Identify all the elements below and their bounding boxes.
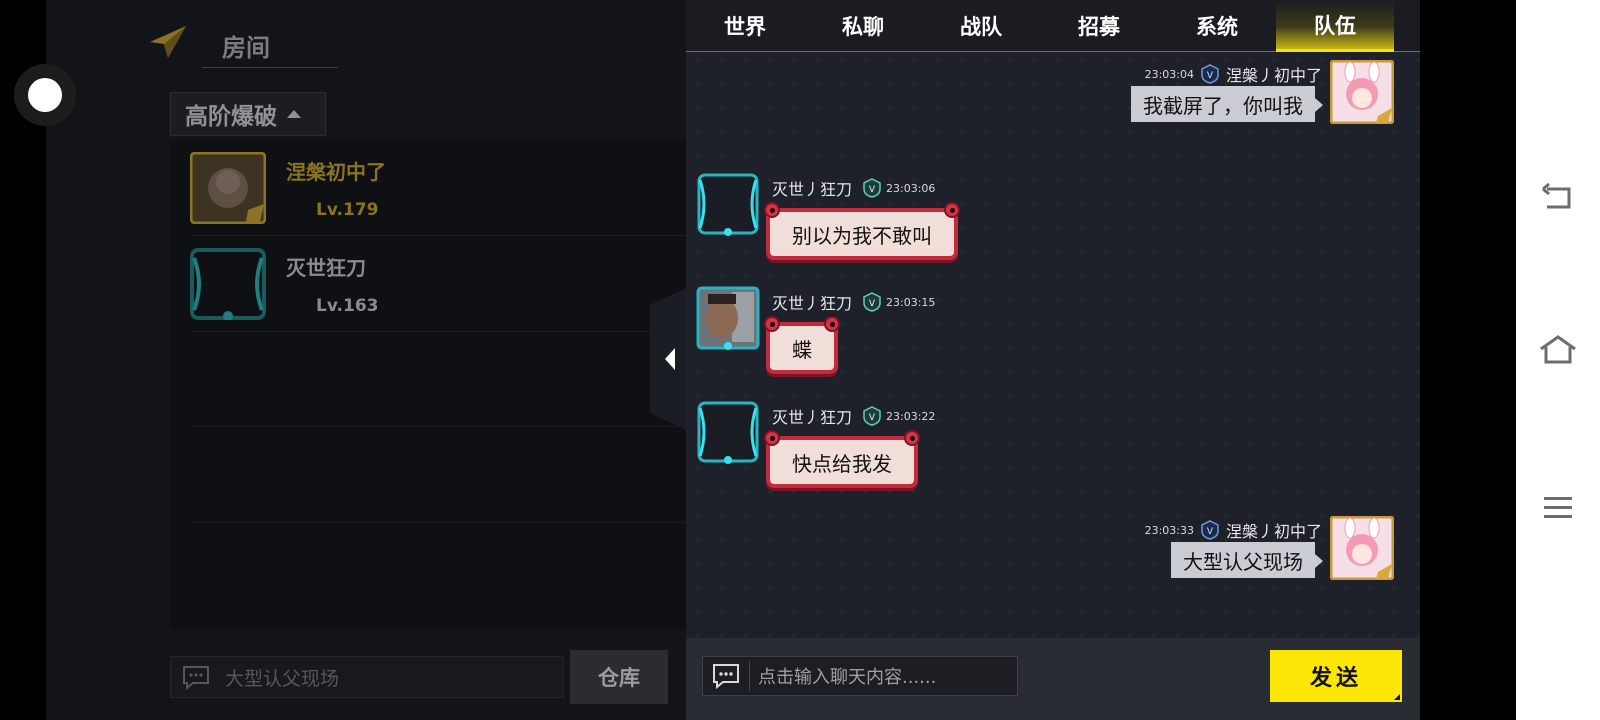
chat-collapse-handle[interactable] [650, 288, 686, 430]
room-chat-input[interactable]: 大型认父现场 [170, 656, 564, 698]
message-time: 23:03:04 [1144, 67, 1194, 81]
svg-text:V: V [869, 299, 876, 309]
player-row[interactable]: 灭世狂刀 Lv.163 [190, 236, 686, 332]
tab-system[interactable]: 系统 [1158, 0, 1276, 52]
message-meta: 灭世丿狂刀 V 23:03:06 [772, 176, 935, 200]
mode-dropdown[interactable]: 高阶爆破 [170, 92, 326, 136]
message-bubble: 蝶 [764, 316, 840, 374]
tab-team[interactable]: 队伍 [1276, 0, 1394, 52]
room-chat-input-text: 大型认父现场 [225, 667, 340, 690]
chat-input-bar: 点击输入聊天内容...... 发送 [686, 638, 1420, 720]
message-sender: 灭世丿狂刀 [772, 294, 853, 313]
bubble-tail [1315, 98, 1323, 112]
bubble-eye-icon [764, 202, 780, 218]
message-meta: 23:03:33 V 涅槃丿初中了 [1145, 518, 1322, 542]
message-text: 别以为我不敢叫 [792, 223, 932, 248]
player-name: 涅槃初中了 [286, 160, 386, 184]
message-time: 23:03:22 [886, 409, 936, 423]
player-name: 灭世狂刀 [286, 256, 366, 280]
tab-private[interactable]: 私聊 [804, 0, 922, 52]
mode-label: 高阶爆破 [185, 104, 277, 130]
bubble-eye-icon [904, 430, 920, 446]
anime-avatar[interactable] [1330, 60, 1394, 124]
tab-world[interactable]: 世界 [686, 0, 804, 52]
rank-badge-icon: V [863, 178, 881, 198]
home-icon [1540, 335, 1576, 364]
frame-avatar[interactable] [696, 172, 760, 236]
rank-badge-icon: V [863, 406, 881, 426]
player-level: Lv.163 [316, 296, 379, 316]
rank-badge-icon: V [1201, 64, 1219, 84]
message-list: 23:03:04 V 涅槃丿初中了 我截屏了，你叫我 灭世丿狂刀 V 23:03… [686, 52, 1420, 638]
player-avatar [190, 152, 266, 224]
message-bubble: 快点给我发 [764, 430, 920, 488]
player-row[interactable]: 涅槃初中了 Lv.179 [190, 140, 686, 236]
message-text: 大型认父现场 [1183, 549, 1303, 574]
message-text: 快点给我发 [792, 451, 892, 476]
svg-text:V: V [869, 185, 876, 195]
anime-avatar[interactable] [1330, 516, 1394, 580]
send-button[interactable]: 发送 [1270, 650, 1402, 702]
empty-slot-divider [190, 426, 686, 427]
svg-text:V: V [869, 413, 876, 423]
chat-bubble-icon [183, 666, 209, 690]
message-text: 蝶 [792, 337, 812, 362]
message-time: 23:03:06 [886, 181, 936, 195]
message-bubble: 我截屏了，你叫我 [1131, 86, 1323, 122]
bubble-eye-icon [764, 430, 780, 446]
chat-input[interactable]: 点击输入聊天内容...... [702, 656, 1018, 696]
tab-recruit[interactable]: 招募 [1040, 0, 1158, 52]
message-sender: 涅槃丿初中了 [1225, 66, 1322, 85]
bubble-eye-icon [944, 202, 960, 218]
rank-badge-icon: V [1201, 520, 1219, 540]
bubble-eye-icon [764, 316, 780, 332]
message-time: 23:03:15 [886, 295, 936, 309]
message-sender: 灭世丿狂刀 [772, 180, 853, 199]
bubble-tail [1315, 554, 1323, 568]
message-meta: 23:03:04 V 涅槃丿初中了 [1145, 62, 1322, 86]
room-title: 房间 [222, 34, 270, 62]
player-avatar [190, 248, 266, 320]
system-nav-bar [1516, 0, 1600, 720]
message-meta: 灭世丿狂刀 V 23:03:22 [772, 404, 935, 428]
room-title-divider [202, 67, 338, 68]
rank-badge-icon: V [863, 292, 881, 312]
message-bubble: 大型认父现场 [1171, 542, 1323, 578]
chevron-left-icon [665, 348, 675, 370]
tab-clan[interactable]: 战队 [922, 0, 1040, 52]
chat-bubble-icon [713, 664, 739, 690]
message-bubble: 别以为我不敢叫 [764, 202, 960, 260]
floating-assistant-button[interactable] [14, 64, 76, 126]
frame-avatar[interactable] [696, 400, 760, 464]
back-arrow-icon[interactable] [148, 24, 188, 60]
player-list: 涅槃初中了 Lv.179 灭世狂刀 Lv.163 [170, 140, 686, 630]
menu-icon [1544, 497, 1572, 518]
floating-dot-icon [28, 78, 62, 112]
photo-avatar[interactable] [696, 286, 760, 350]
empty-slot-divider [190, 522, 686, 523]
chat-panel: 世界 私聊 战队 招募 系统 队伍 23:03:04 V 涅槃丿初中了 我截屏了… [686, 0, 1420, 720]
menu-button[interactable] [1538, 488, 1578, 528]
caret-up-icon [287, 110, 301, 118]
warehouse-button[interactable]: 仓库 [570, 650, 668, 704]
input-separator [749, 661, 750, 691]
message-text: 我截屏了，你叫我 [1143, 93, 1303, 118]
message-meta: 灭世丿狂刀 V 23:03:15 [772, 290, 935, 314]
right-black-strip [1420, 0, 1516, 720]
game-screen: 房间 高阶爆破 涅槃初中了 Lv.179 灭世狂刀 Lv.163 大型认父现场 … [0, 0, 1600, 720]
home-button[interactable] [1538, 330, 1578, 370]
message-time: 23:03:33 [1144, 523, 1194, 537]
chat-tabs: 世界 私聊 战队 招募 系统 队伍 [686, 0, 1420, 52]
message-sender: 涅槃丿初中了 [1225, 522, 1322, 541]
bubble-eye-icon [824, 316, 840, 332]
player-level: Lv.179 [316, 200, 379, 220]
svg-text:V: V [1207, 527, 1214, 537]
svg-text:V: V [1207, 71, 1214, 81]
back-icon [1542, 183, 1571, 209]
message-sender: 灭世丿狂刀 [772, 408, 853, 427]
back-button[interactable] [1538, 178, 1578, 218]
chat-input-placeholder: 点击输入聊天内容...... [758, 667, 937, 688]
